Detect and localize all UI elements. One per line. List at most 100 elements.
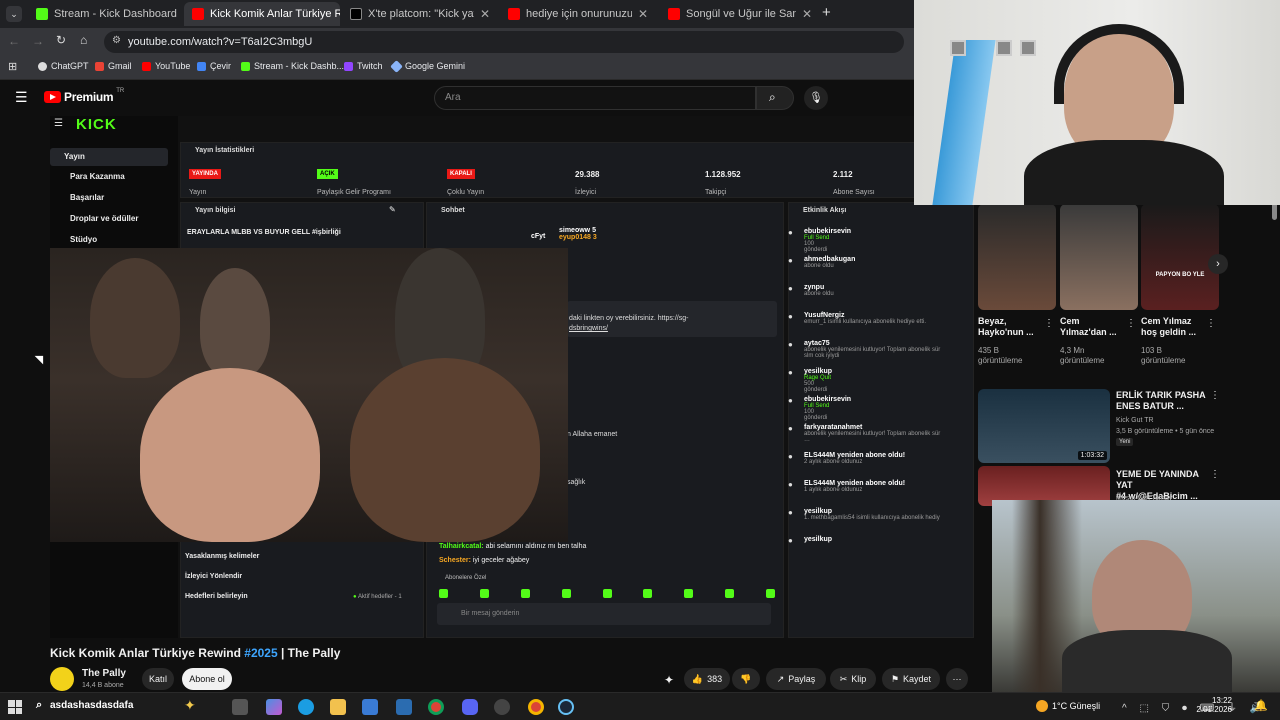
- tab-kick-dashboard[interactable]: Stream - Kick Dashboard ✕: [28, 2, 180, 26]
- activity-icon: ●: [788, 228, 793, 237]
- steam-icon[interactable]: [558, 699, 574, 715]
- stat-label: Paylaşık Gelir Programı: [317, 189, 391, 196]
- site-info-icon[interactable]: ⚙: [112, 35, 121, 46]
- back-icon[interactable]: ←: [8, 34, 20, 48]
- copilot-icon[interactable]: [266, 699, 282, 715]
- short-thumbnail[interactable]: [978, 204, 1056, 310]
- new-badge: Yeni: [1116, 438, 1134, 446]
- save-button[interactable]: ⚑ Kaydet: [882, 668, 940, 690]
- bookmark-kick[interactable]: Stream - Kick Dashb...: [241, 61, 344, 71]
- kick-nav-label: Droplar ve ödüller: [70, 214, 139, 223]
- bookmark-twitch[interactable]: Twitch: [344, 61, 383, 71]
- url-input[interactable]: ⚙ youtube.com/watch?v=T6aI2C3mbgU: [104, 31, 904, 53]
- mail-icon[interactable]: [396, 699, 412, 715]
- chrome-icon[interactable]: [428, 699, 444, 715]
- like-button[interactable]: 👍 383: [684, 668, 730, 690]
- hashtag-link[interactable]: #2025: [244, 646, 277, 660]
- search-input[interactable]: Ara: [434, 86, 756, 110]
- chatgpt-icon: [38, 61, 47, 71]
- search-button[interactable]: ⌕: [756, 86, 794, 110]
- short-title[interactable]: Cem Yılmaz hoş geldin ...: [1141, 316, 1197, 338]
- activity-icon: ●: [788, 256, 793, 265]
- short-title[interactable]: Cem Yılmaz'dan ...: [1060, 316, 1122, 338]
- thumbnail-overlay-text: PAPYON BO YLE: [1155, 272, 1205, 278]
- share-button[interactable]: ↗ Paylaş: [766, 668, 826, 690]
- edge-icon[interactable]: [298, 699, 314, 715]
- weather-widget[interactable]: 1°C Güneşli: [1036, 700, 1100, 712]
- menu-icon[interactable]: ☰: [15, 89, 28, 106]
- activity-item: ● yesilkup Rage Quit 500 gönderdi: [788, 368, 972, 393]
- file-explorer-icon[interactable]: [330, 699, 346, 715]
- tab-youtube-video[interactable]: Kick Komik Anlar Türkiye Re 🔊 ✕: [184, 2, 340, 26]
- tab-search-icon[interactable]: ⌄: [6, 6, 22, 22]
- youtube-favicon-icon: [508, 8, 520, 20]
- more-icon[interactable]: ⋮: [1126, 318, 1136, 329]
- close-icon[interactable]: ✕: [480, 7, 490, 21]
- bookmark-gmail[interactable]: Gmail: [95, 61, 132, 71]
- clock[interactable]: 13:22 2.01.2026: [1196, 696, 1232, 714]
- button-label: Klip: [851, 674, 867, 684]
- notification-icon[interactable]: 🔔: [1254, 699, 1268, 712]
- youtube-icon: [142, 61, 151, 71]
- more-icon[interactable]: ⋮: [1210, 469, 1220, 480]
- home-icon[interactable]: ⌂: [80, 33, 87, 47]
- more-icon[interactable]: ⋮: [1044, 318, 1054, 329]
- forward-icon[interactable]: →: [32, 34, 44, 48]
- share-icon: ↗: [776, 673, 785, 684]
- start-icon[interactable]: [8, 700, 22, 714]
- clip-button[interactable]: ✂ Klip: [830, 668, 876, 690]
- more-icon[interactable]: ⋮: [1210, 390, 1220, 401]
- ai-sparkle-icon[interactable]: ✦: [664, 673, 674, 687]
- close-icon[interactable]: ✕: [802, 7, 812, 21]
- reload-icon[interactable]: ↻: [56, 33, 66, 47]
- kick-icon: [241, 61, 250, 71]
- search-icon: ⌕: [36, 699, 43, 711]
- bookmark-translate[interactable]: Çevir: [197, 61, 231, 71]
- more-icon[interactable]: ⋮: [1206, 318, 1216, 329]
- join-button[interactable]: Katıl: [142, 668, 174, 690]
- bookmark-chatgpt[interactable]: ChatGPT: [38, 61, 89, 71]
- short-thumbnail[interactable]: PAPYON BO YLE: [1141, 204, 1219, 310]
- activity-icon: ●: [788, 284, 793, 293]
- store-icon[interactable]: [362, 699, 378, 715]
- pinned-link: dsbringwins/: [569, 325, 608, 332]
- subscribe-button[interactable]: Abone ol: [182, 668, 232, 690]
- stats-title: Yayın İstatistikleri: [195, 147, 255, 154]
- video-channel[interactable]: Kick Gut TR: [1116, 416, 1154, 426]
- channel-avatar[interactable]: [50, 667, 74, 691]
- tab-x-post[interactable]: X'te platcom: "Kick yayıncısı Ca ✕: [342, 2, 498, 26]
- views-label: görüntüleme: [978, 356, 1023, 365]
- channel-name[interactable]: The Pally: [82, 668, 126, 679]
- short-thumbnail[interactable]: [1060, 204, 1138, 310]
- voice-search-button[interactable]: 🎙: [804, 86, 828, 110]
- kick-favicon-icon: [36, 8, 48, 20]
- activity-item: ● ebubekirsevin Full Send 100 gönderdi: [788, 396, 972, 421]
- shorts-next-button[interactable]: ›: [1208, 254, 1228, 274]
- tab-title: hediye için onurunuzu şerefiniz: [526, 8, 632, 20]
- activity-item: ● ahmedbakugan abone oldu: [788, 256, 972, 269]
- dislike-button[interactable]: 👎: [732, 668, 760, 690]
- activity-icon: ●: [788, 452, 793, 461]
- bookmark-youtube[interactable]: YouTube: [142, 61, 190, 71]
- activity-detail: …: [804, 437, 810, 443]
- short-title[interactable]: Beyaz, Hayko'nun ...: [978, 316, 1038, 338]
- more-actions-button[interactable]: ⋯: [946, 668, 968, 690]
- task-view-icon[interactable]: [232, 699, 248, 715]
- discord-icon[interactable]: [462, 699, 478, 715]
- tab-youtube-gift[interactable]: hediye için onurunuzu şerefiniz ✕: [500, 2, 656, 26]
- emote-icon: [725, 589, 735, 598]
- video-thumbnail[interactable]: 1:03:32: [978, 389, 1110, 463]
- webcam-overlay-bottom: [992, 500, 1280, 692]
- new-tab-button[interactable]: +: [822, 4, 831, 21]
- tab-youtube-songul[interactable]: Songül ve Uğur ile Sana Değer ✕: [660, 2, 820, 26]
- stat-label: Yayın: [189, 189, 207, 196]
- app-icon[interactable]: [494, 699, 510, 715]
- chrome-icon[interactable]: [528, 699, 544, 715]
- mic-icon: 🎙: [809, 92, 823, 104]
- youtube-logo[interactable]: Premium TR: [44, 88, 124, 104]
- video-title[interactable]: ERLİK TARIK PASHA ENES BATUR ...: [1116, 390, 1208, 412]
- apps-grid-icon[interactable]: ⊞: [8, 60, 17, 73]
- video-player[interactable]: KICK ☰ Yayın Para Kazanma Başarılar Drop…: [50, 116, 974, 638]
- close-icon[interactable]: ✕: [638, 7, 648, 21]
- bookmark-gemini[interactable]: Google Gemini: [390, 59, 465, 73]
